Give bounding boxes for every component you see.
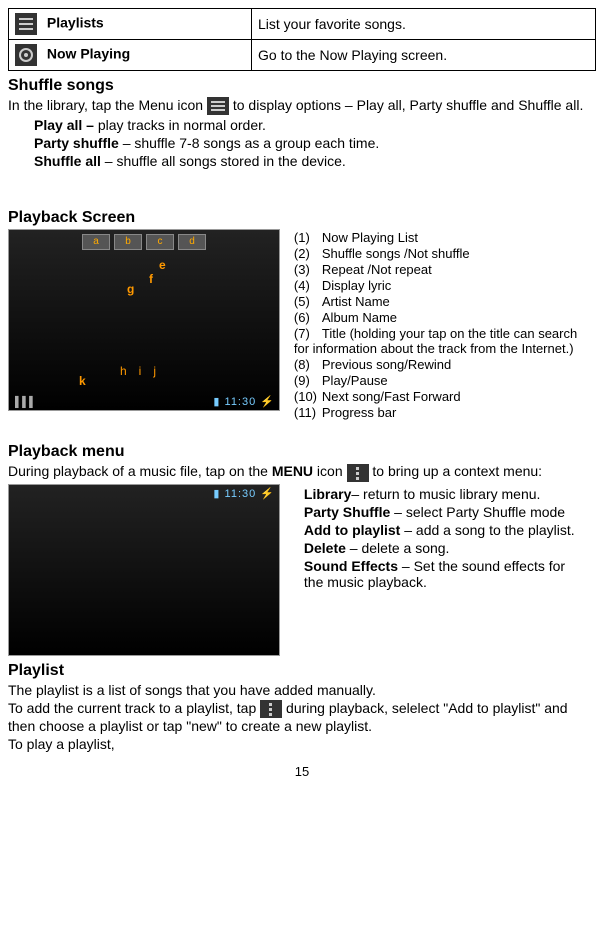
- legend-num: (6): [294, 310, 322, 325]
- shuffle-item: Shuffle all – shuffle all songs stored i…: [34, 153, 596, 169]
- legend-num: (1): [294, 230, 322, 245]
- playlist-line1: The playlist is a list of songs that you…: [8, 682, 596, 698]
- now-playing-icon: [15, 44, 37, 66]
- legend-text: Repeat /Not repeat: [322, 262, 432, 277]
- status-time: ▮ 11:30 ⚡: [213, 487, 275, 500]
- menu-icon: [207, 97, 229, 115]
- text: icon: [313, 463, 346, 479]
- menu-dots-icon: [347, 464, 369, 482]
- term: Party shuffle: [34, 135, 119, 151]
- row-now-playing: Now Playing: [9, 40, 252, 71]
- tab-c: c: [146, 234, 174, 250]
- term: Library: [304, 486, 351, 502]
- letter-f: f: [149, 272, 153, 286]
- text: To add the current track to a playlist, …: [8, 700, 260, 716]
- playlist-heading: Playlist: [8, 662, 596, 680]
- term: Sound Effects: [304, 558, 398, 574]
- letter-g: g: [127, 282, 134, 296]
- playback-screen-heading: Playback Screen: [8, 209, 596, 227]
- shuffle-item: Party shuffle – shuffle 7-8 songs as a g…: [34, 135, 596, 151]
- playback-legend: (1)Now Playing List (2)Shuffle songs /No…: [294, 229, 594, 421]
- legend-text: Album Name: [322, 310, 397, 325]
- feature-table: Playlists List your favorite songs. Now …: [8, 8, 596, 71]
- desc: – return to music library menu.: [351, 486, 540, 502]
- tab-a: a: [82, 234, 110, 250]
- shuffle-intro: In the library, tap the Menu icon to dis…: [8, 97, 596, 115]
- term: Add to playlist: [304, 522, 400, 538]
- legend-text: Shuffle songs /Not shuffle: [322, 246, 470, 261]
- tab-d: d: [178, 234, 206, 250]
- letter-j: j: [153, 364, 168, 378]
- row-desc: Go to the Now Playing screen.: [252, 40, 596, 71]
- status-time: ▮ 11:30 ⚡: [213, 395, 275, 408]
- signal-icon: ▌▌▌: [15, 397, 36, 408]
- menu-screenshot: ▮ 11:30 ⚡: [8, 484, 280, 656]
- legend-num: (11): [294, 405, 322, 420]
- playlists-icon: [15, 13, 37, 35]
- menu-dots-icon: [260, 700, 282, 718]
- playback-screenshot: a b c d e f g hij k ▌▌▌ ▮ 11:30 ⚡: [8, 229, 280, 411]
- term: Shuffle all: [34, 153, 101, 169]
- playlist-line2: To add the current track to a playlist, …: [8, 700, 596, 734]
- legend-num: (8): [294, 357, 322, 372]
- legend-text: Title (holding your tap on the title can…: [294, 326, 577, 356]
- legend-num: (4): [294, 278, 322, 293]
- shuffle-heading: Shuffle songs: [8, 77, 596, 95]
- legend-num: (9): [294, 373, 322, 388]
- legend-text: Display lyric: [322, 278, 391, 293]
- text: In the library, tap the Menu icon: [8, 97, 207, 113]
- desc: play tracks in normal order.: [98, 117, 266, 133]
- legend-text: Progress bar: [322, 405, 396, 420]
- letter-i: i: [139, 364, 154, 378]
- row-label: Playlists: [47, 15, 104, 31]
- playback-menu-heading: Playback menu: [8, 443, 596, 461]
- text: to display options – Play all, Party shu…: [233, 97, 583, 113]
- desc: – shuffle all songs stored in the device…: [101, 153, 346, 169]
- legend-num: (7): [294, 326, 322, 341]
- tab-b: b: [114, 234, 142, 250]
- legend-text: Next song/Fast Forward: [322, 389, 461, 404]
- text: to bring up a context menu:: [372, 463, 542, 479]
- time-text: 11:30: [225, 396, 257, 408]
- legend-text: Now Playing List: [322, 230, 418, 245]
- desc: – delete a song.: [346, 540, 450, 556]
- playback-menu-intro: During playback of a music file, tap on …: [8, 463, 596, 481]
- playlist-line3: To play a playlist,: [8, 736, 596, 752]
- term: Party Shuffle: [304, 504, 390, 520]
- menu-legend: Library– return to music library menu. P…: [304, 484, 584, 592]
- legend-num: (3): [294, 262, 322, 277]
- letter-k: k: [79, 374, 86, 388]
- term: Play all –: [34, 117, 98, 133]
- row-desc: List your favorite songs.: [252, 9, 596, 40]
- legend-text: Previous song/Rewind: [322, 357, 451, 372]
- row-label: Now Playing: [47, 46, 130, 62]
- legend-num: (2): [294, 246, 322, 261]
- desc: – shuffle 7-8 songs as a group each time…: [119, 135, 379, 151]
- legend-num: (10): [294, 389, 322, 404]
- term: Delete: [304, 540, 346, 556]
- shuffle-item: Play all – play tracks in normal order.: [34, 117, 596, 133]
- legend-num: (5): [294, 294, 322, 309]
- letter-e: e: [159, 258, 166, 272]
- legend-text: Artist Name: [322, 294, 390, 309]
- letter-h: h: [120, 364, 139, 378]
- desc: – add a song to the playlist.: [400, 522, 574, 538]
- page-number: 15: [8, 764, 596, 779]
- controls-letters: hij: [9, 364, 279, 378]
- menu-word: MENU: [272, 463, 313, 479]
- legend-text: Play/Pause: [322, 373, 388, 388]
- desc: – select Party Shuffle mode: [390, 504, 565, 520]
- text: During playback of a music file, tap on …: [8, 463, 272, 479]
- row-playlists: Playlists: [9, 9, 252, 40]
